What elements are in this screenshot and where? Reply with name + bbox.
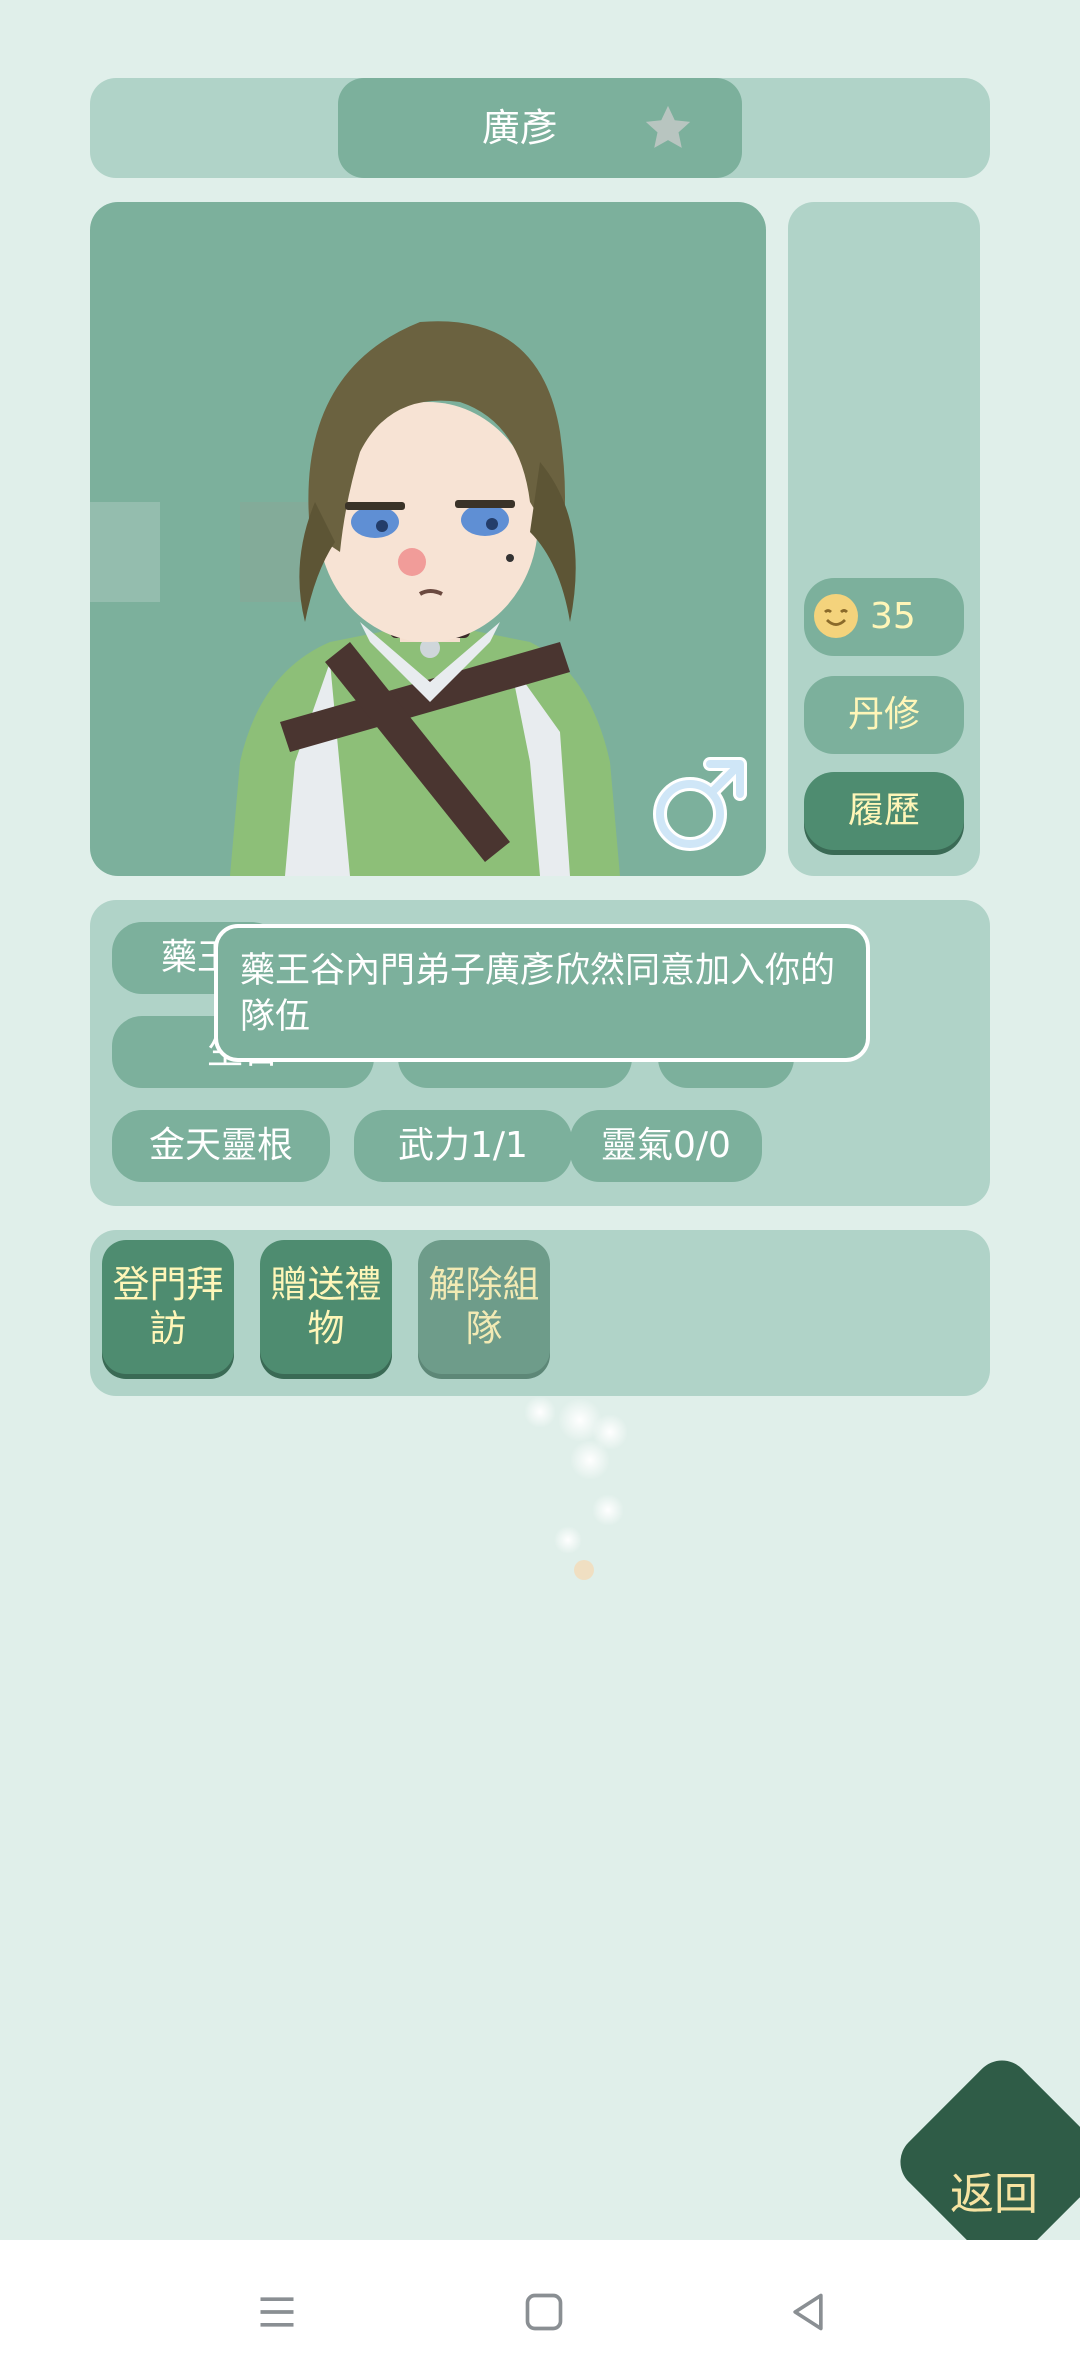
team-join-toast: 藥王谷內門弟子廣彥欣然同意加入你的隊伍 — [214, 924, 870, 1062]
spirit-root-tag: 金天靈根 — [112, 1110, 330, 1182]
back-button-label: 返回 — [950, 2169, 1038, 2220]
back-button[interactable]: 返回 — [900, 2060, 1080, 2240]
gift-button[interactable]: 贈送禮物 — [260, 1240, 392, 1374]
character-illustration — [90, 321, 747, 876]
menu-icon[interactable] — [255, 2290, 299, 2334]
force-tag: 武力1/1 — [354, 1110, 572, 1182]
smile-face-icon — [814, 594, 858, 638]
visit-button[interactable]: 登門拜訪 — [102, 1240, 234, 1374]
home-icon[interactable] — [522, 2290, 566, 2334]
mood-value: 35 — [870, 596, 916, 637]
disband-team-button[interactable]: 解除組隊 — [418, 1240, 550, 1374]
male-gender-icon — [653, 757, 747, 851]
sparkle-effect — [524, 1396, 628, 1580]
role-badge: 丹修 — [804, 676, 964, 754]
qi-tag: 靈氣0/0 — [570, 1110, 762, 1182]
app-screen: 廣彥 35 丹修 履歷 藥王 金天靈根 武力1/1 靈氣0/0 藥王谷內門弟子廣… — [0, 0, 1080, 2240]
back-triangle-icon[interactable] — [786, 2290, 830, 2334]
history-button[interactable]: 履歷 — [804, 772, 964, 850]
star-icon[interactable] — [640, 100, 696, 156]
character-portrait — [90, 202, 766, 876]
